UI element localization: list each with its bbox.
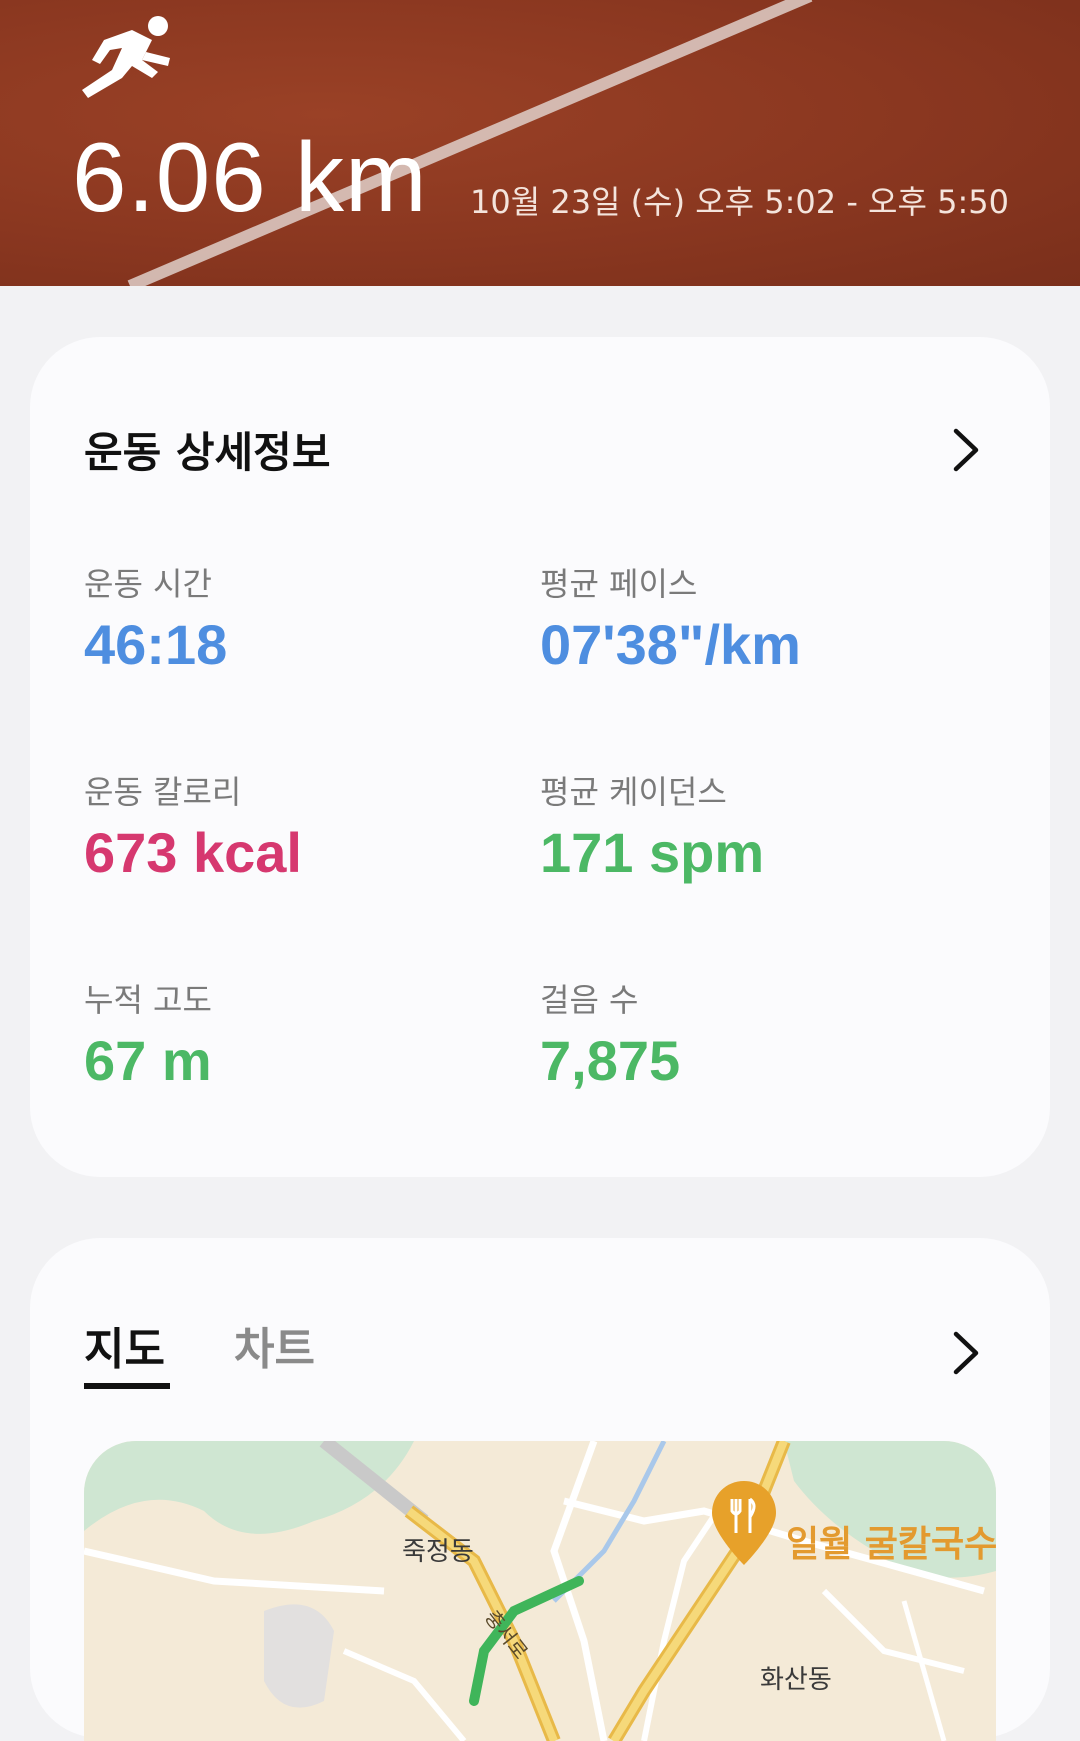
map-place-label[interactable]: 일월 굴칼국수 [786,1515,996,1567]
metric-value-elevation-gain: 67 m [84,1029,212,1092]
workout-details-card[interactable]: 운동 상세정보 운동 시간 46:18 평균 페이스 07'38"/km 운동 … [30,337,1050,1177]
metric-label-elevation-gain: 누적 고도 [84,981,212,1019]
chevron-right-icon[interactable] [946,1328,986,1378]
details-title: 운동 상세정보 [84,428,331,477]
metric-label-avg-cadence: 평균 케이던스 [540,773,727,811]
map-area-label: 죽정동 [402,1537,474,1567]
active-tab-indicator [84,1383,170,1389]
chevron-right-icon[interactable] [946,425,986,475]
metric-label-calories: 운동 칼로리 [84,773,242,811]
metric-label-avg-pace: 평균 페이스 [540,565,698,603]
metric-value-steps: 7,875 [540,1029,681,1092]
map-background [84,1441,996,1741]
metric-value-avg-pace: 07'38"/km [540,613,801,676]
tab-map[interactable]: 지도 [84,1328,165,1372]
map-area-label: 화산동 [760,1665,832,1695]
metric-value-avg-cadence: 171 spm [540,821,765,884]
workout-header: 6.06 km 10월 23일 (수) 오후 5:02 - 오후 5:50 [0,0,1080,286]
metric-value-duration: 46:18 [84,613,228,676]
metric-label-steps: 걸음 수 [540,981,639,1019]
workout-route-map[interactable]: 죽정동 충서로 일월 굴칼국수 화산동 [84,1441,996,1741]
restaurant-pin-icon[interactable] [712,1481,776,1565]
total-distance: 6.06 km [72,122,428,232]
running-person-icon [82,16,170,98]
metric-label-duration: 운동 시간 [84,565,212,603]
tab-chart[interactable]: 차트 [234,1328,315,1372]
map-chart-card: 지도 차트 죽정동 충서로 일월 굴칼국수 화산동 [30,1238,1050,1741]
workout-date-range: 10월 23일 (수) 오후 5:02 - 오후 5:50 [470,183,1009,221]
metric-value-calories: 673 kcal [84,821,302,884]
